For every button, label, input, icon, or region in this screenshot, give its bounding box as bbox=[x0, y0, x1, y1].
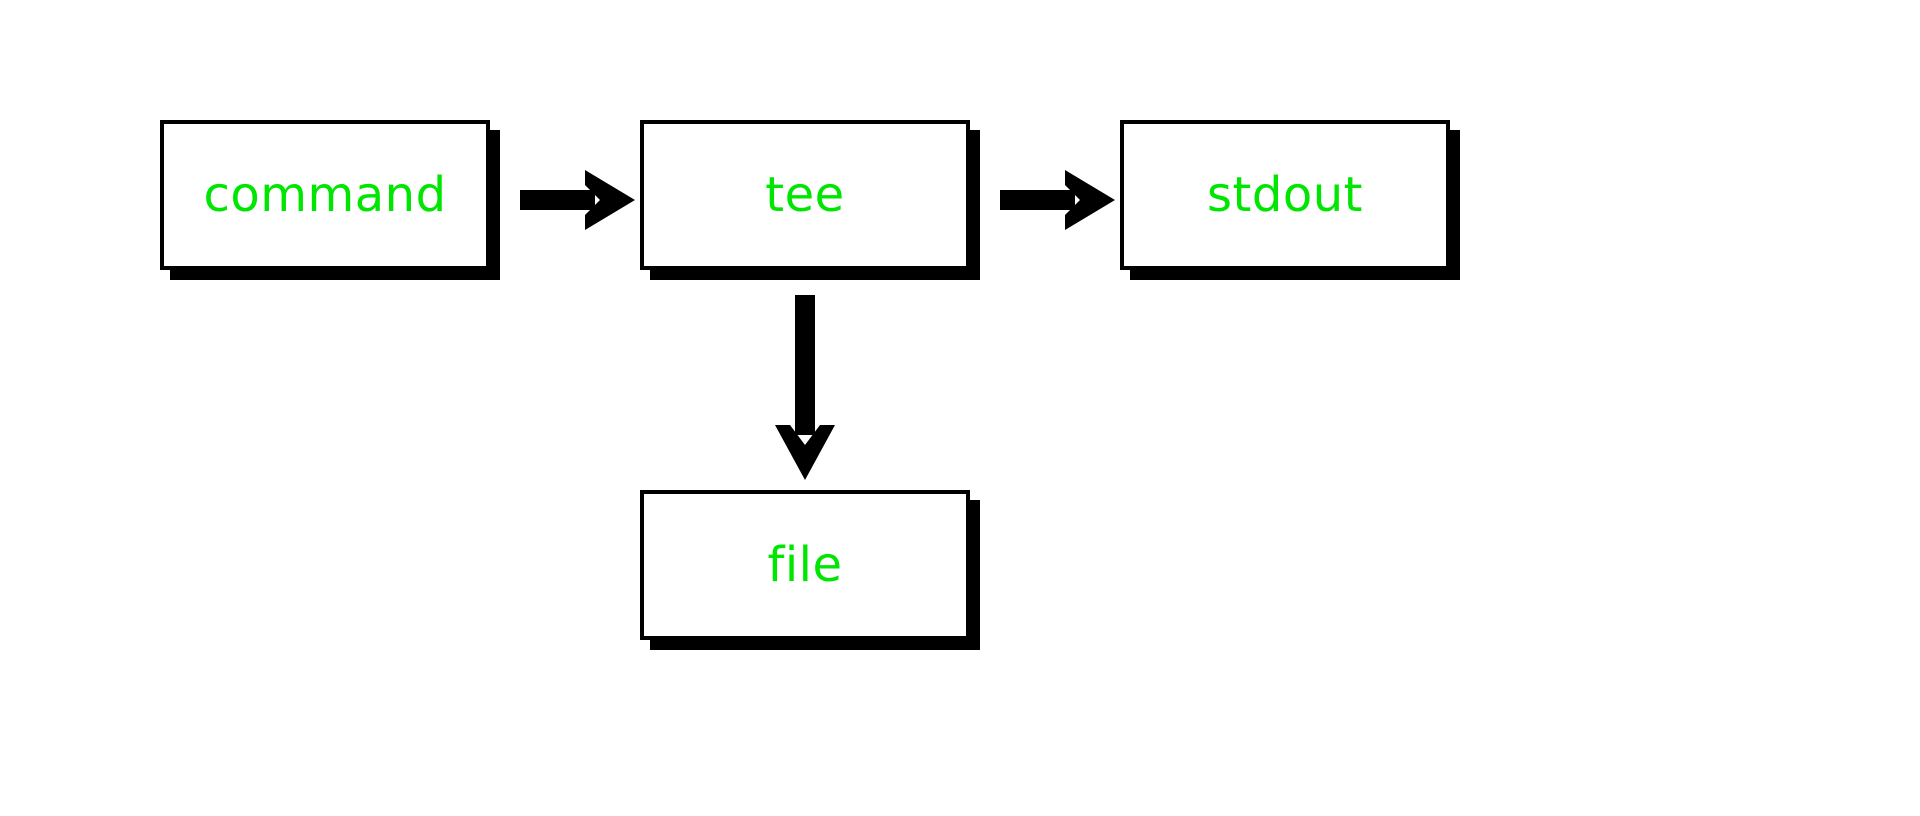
node-tee: tee bbox=[640, 120, 970, 270]
arrow-right-icon bbox=[980, 160, 1120, 240]
node-box: file bbox=[640, 490, 970, 640]
node-file-label: file bbox=[767, 537, 842, 593]
node-command-label: command bbox=[203, 167, 446, 223]
tee-flow-diagram: command tee stdout file bbox=[0, 0, 1920, 816]
node-box: stdout bbox=[1120, 120, 1450, 270]
node-stdout: stdout bbox=[1120, 120, 1450, 270]
node-stdout-label: stdout bbox=[1207, 167, 1363, 223]
node-command: command bbox=[160, 120, 490, 270]
arrow-down-icon bbox=[765, 285, 845, 485]
arrow-right-icon bbox=[500, 160, 640, 240]
node-tee-label: tee bbox=[765, 167, 844, 223]
node-box: tee bbox=[640, 120, 970, 270]
node-box: command bbox=[160, 120, 490, 270]
node-file: file bbox=[640, 490, 970, 640]
